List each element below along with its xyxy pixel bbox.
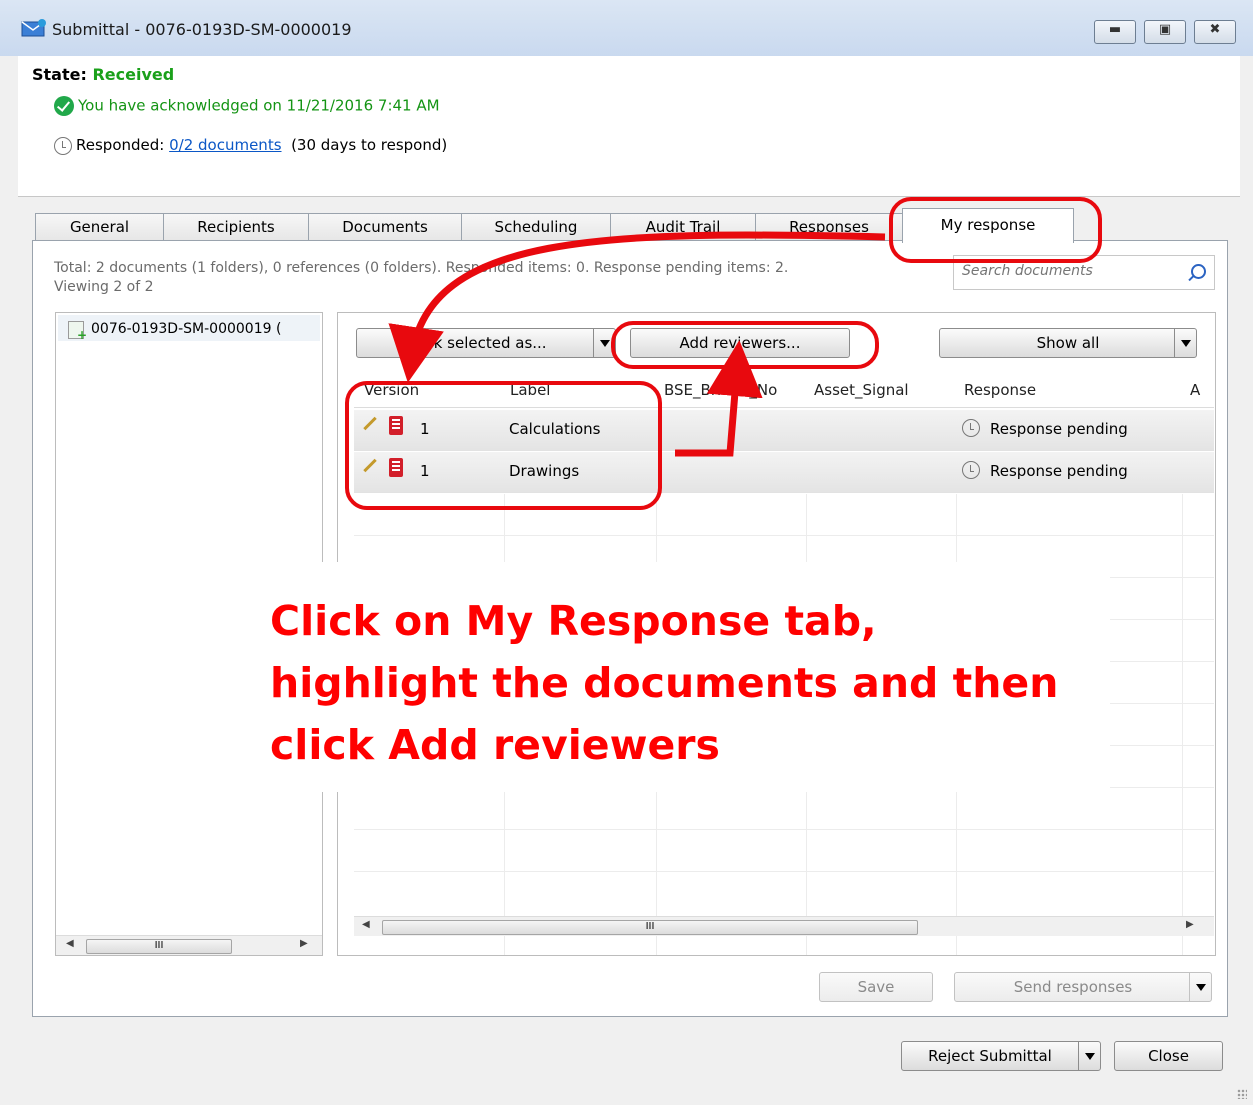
arrow-to-rows bbox=[388, 231, 886, 383]
instruction-line-2: highlight the documents and then bbox=[270, 659, 1059, 707]
tab-my-response[interactable]: My response bbox=[902, 208, 1074, 243]
instruction-line-1: Click on My Response tab, bbox=[270, 597, 877, 645]
instruction-line-3: click Add reviewers bbox=[270, 721, 720, 769]
arrow-to-add-reviewers bbox=[675, 340, 763, 457]
instruction-overlay: Click on My Response tab, highlight the … bbox=[270, 590, 1170, 776]
annotation-arrows bbox=[388, 231, 886, 457]
